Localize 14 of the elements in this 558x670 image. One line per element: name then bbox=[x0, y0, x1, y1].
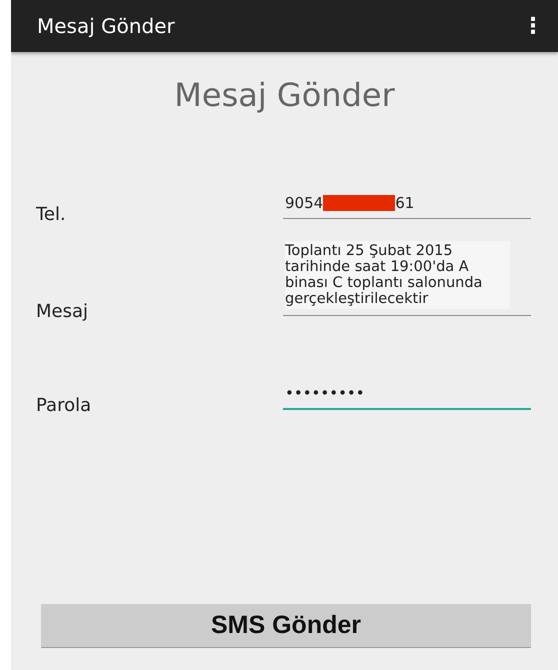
password-dots: ••••••••• bbox=[285, 384, 365, 402]
phone-number-start: 9054 bbox=[285, 194, 324, 212]
send-sms-button[interactable]: SMS Gönder bbox=[41, 604, 531, 648]
field-label: Mesaj bbox=[35, 301, 90, 322]
menu-icon[interactable]: ⋮ bbox=[522, 14, 544, 38]
field-label: Parola bbox=[35, 395, 92, 416]
input-field[interactable]: Toplantı 25 Şubat 2015 tarihinde saat 19:00'da A binası C toplantı salonunda gerçekleştirilecektir bbox=[283, 241, 531, 316]
page-heading: Mesaj Gönder bbox=[173, 76, 396, 114]
input-field[interactable]: ••••••••• bbox=[283, 384, 531, 410]
input-field[interactable]: 9054 61 bbox=[283, 194, 531, 219]
phone-number-end: 61 bbox=[395, 194, 414, 212]
field-label: Tel. bbox=[35, 204, 67, 225]
app-bar-title: Mesaj Gönder bbox=[37, 14, 175, 38]
message-text: Toplantı 25 Şubat 2015 tarihinde saat 19:00'da A binası C toplantı salonunda gerçekleştirilecektir bbox=[285, 241, 510, 309]
